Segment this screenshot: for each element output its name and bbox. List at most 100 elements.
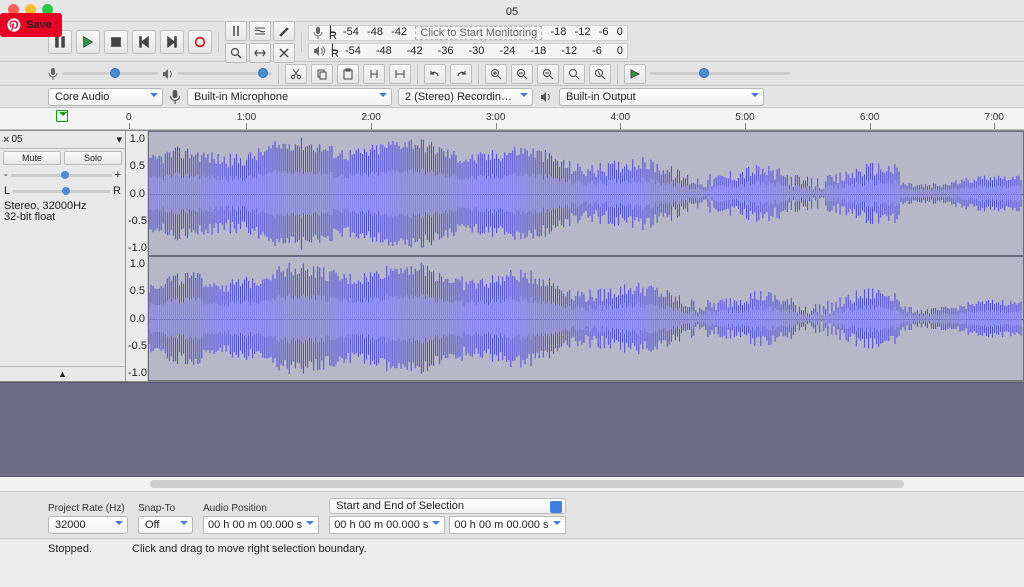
separator bbox=[478, 64, 479, 84]
meter-lr-label: LR bbox=[331, 45, 339, 57]
track-collapse-button[interactable]: ▲ bbox=[0, 366, 125, 381]
track-menu-button[interactable]: ▾ bbox=[116, 133, 122, 146]
device-toolbar: Core Audio Built-in Microphone 2 (Stereo… bbox=[0, 86, 1024, 108]
timeline-tick: 3:00 bbox=[486, 112, 505, 123]
fit-project-button[interactable] bbox=[563, 64, 585, 84]
fit-selection-button[interactable] bbox=[537, 64, 559, 84]
track-control-panel: × 05 ▾ Mute Solo - + L R Stereo, 32000Hz… bbox=[0, 131, 126, 381]
speaker-icon bbox=[539, 91, 553, 103]
waveform-left-channel[interactable] bbox=[148, 131, 1024, 256]
selection-tool-button[interactable] bbox=[225, 21, 247, 41]
playback-meter[interactable]: LR -54-48-42-36-30-24-18-12-60 bbox=[308, 43, 628, 59]
waveform-icon bbox=[149, 132, 1023, 255]
timeline-ruler[interactable]: 0 1:00 2:00 3:00 4:00 5:00 6:00 7:00 bbox=[0, 108, 1024, 130]
timeline-tick: 1:00 bbox=[237, 112, 256, 123]
separator bbox=[278, 64, 279, 84]
stop-button[interactable] bbox=[104, 30, 128, 54]
solo-button[interactable]: Solo bbox=[64, 151, 122, 165]
timeline-tick: 4:00 bbox=[611, 112, 630, 123]
play-at-speed-button[interactable] bbox=[624, 64, 646, 84]
status-hint: Click and drag to move right selection b… bbox=[132, 543, 367, 555]
separator bbox=[218, 32, 219, 52]
separator bbox=[301, 32, 302, 52]
amplitude-axis: 1.00.50.0-0.5-1.0 bbox=[126, 131, 148, 256]
project-rate-label: Project Rate (Hz) bbox=[48, 503, 128, 514]
timeline-tick: 2:00 bbox=[361, 112, 380, 123]
waveform-icon bbox=[149, 257, 1023, 380]
microphone-icon bbox=[169, 90, 181, 104]
snap-to-label: Snap-To bbox=[138, 503, 193, 514]
amplitude-axis: 1.00.50.0-0.5-1.0 bbox=[126, 256, 148, 381]
track-gain-slider[interactable]: - + bbox=[0, 167, 125, 183]
multi-tool-button[interactable] bbox=[273, 43, 295, 63]
track-format-info: Stereo, 32000Hz 32-bit float bbox=[0, 199, 125, 225]
separator bbox=[417, 64, 418, 84]
record-button[interactable] bbox=[188, 30, 212, 54]
timeline-tick: 0 bbox=[126, 112, 132, 123]
playback-volume-slider[interactable] bbox=[162, 68, 272, 80]
window-title-bar: 05 bbox=[0, 0, 1024, 22]
cut-button[interactable] bbox=[285, 64, 307, 84]
mixer-edit-toolbar bbox=[0, 62, 1024, 86]
playback-device-select[interactable]: Built-in Output bbox=[559, 88, 764, 106]
snap-to-select[interactable]: Off bbox=[138, 516, 193, 534]
track-name[interactable]: 05 bbox=[11, 134, 114, 145]
status-state: Stopped. bbox=[48, 543, 92, 555]
track-close-button[interactable]: × bbox=[3, 134, 9, 146]
timeshift-tool-button[interactable] bbox=[249, 43, 271, 63]
recording-device-select[interactable]: Built-in Microphone bbox=[187, 88, 392, 106]
waveform-right-channel[interactable] bbox=[148, 256, 1024, 381]
timeline-tick: 6:00 bbox=[860, 112, 879, 123]
recording-meter[interactable]: LR -54 -48 -42 Click to Start Monitoring… bbox=[308, 25, 628, 41]
selection-start-field[interactable]: 00 h 00 m 00.000 s bbox=[329, 516, 445, 534]
envelope-tool-button[interactable] bbox=[249, 21, 271, 41]
playback-speed-slider[interactable] bbox=[650, 72, 790, 75]
project-rate-select[interactable]: 32000 bbox=[48, 516, 128, 534]
audio-position-label: Audio Position bbox=[203, 503, 319, 514]
selection-end-field[interactable]: 00 h 00 m 00.000 s bbox=[449, 516, 565, 534]
pinterest-save-button[interactable]: Save bbox=[0, 13, 62, 37]
microphone-icon bbox=[313, 27, 323, 39]
play-meter-ticks: -54-48-42-36-30-24-18-12-60 bbox=[345, 45, 623, 57]
transport-toolbar: LR -54 -48 -42 Click to Start Monitoring… bbox=[0, 22, 1024, 62]
status-bar: Stopped. Click and drag to move right se… bbox=[0, 538, 1024, 559]
meter-lr-label: LR bbox=[329, 27, 337, 39]
timeline-tick: 7:00 bbox=[984, 112, 1003, 123]
recording-volume-slider[interactable] bbox=[48, 68, 158, 80]
play-button[interactable] bbox=[76, 30, 100, 54]
horizontal-scrollbar[interactable] bbox=[0, 477, 1024, 491]
pinterest-save-label: Save bbox=[26, 19, 52, 31]
separator bbox=[617, 64, 618, 84]
tools-grid bbox=[225, 21, 295, 63]
timeline-pin-icon[interactable] bbox=[56, 110, 68, 122]
zoom-toggle-button[interactable] bbox=[589, 64, 611, 84]
selection-toolbar: Project Rate (Hz) 32000 Snap-To Off Audi… bbox=[0, 491, 1024, 538]
draw-tool-button[interactable] bbox=[273, 21, 295, 41]
rec-meter-ticks: -54 -48 -42 Click to Start Monitoring -1… bbox=[343, 26, 623, 40]
recording-channels-select[interactable]: 2 (Stereo) Recordin… bbox=[398, 88, 533, 106]
zoom-out-button[interactable] bbox=[511, 64, 533, 84]
mute-button[interactable]: Mute bbox=[3, 151, 61, 165]
audio-position-field[interactable]: 00 h 00 m 00.000 s bbox=[203, 516, 319, 534]
silence-button[interactable] bbox=[389, 64, 411, 84]
paste-button[interactable] bbox=[337, 64, 359, 84]
speaker-icon bbox=[313, 45, 325, 57]
window-title: 05 bbox=[506, 6, 518, 18]
zoom-in-button[interactable] bbox=[485, 64, 507, 84]
pinterest-icon bbox=[6, 17, 22, 33]
zoom-tool-button[interactable] bbox=[225, 43, 247, 63]
tracks-area: × 05 ▾ Mute Solo - + L R Stereo, 32000Hz… bbox=[0, 130, 1024, 382]
undo-button[interactable] bbox=[424, 64, 446, 84]
skip-start-button[interactable] bbox=[132, 30, 156, 54]
speaker-icon bbox=[162, 68, 174, 80]
skip-end-button[interactable] bbox=[160, 30, 184, 54]
redo-button[interactable] bbox=[450, 64, 472, 84]
microphone-icon bbox=[48, 68, 58, 80]
trim-button[interactable] bbox=[363, 64, 385, 84]
track-pan-slider[interactable]: L R bbox=[0, 183, 125, 199]
selection-mode-select[interactable]: Start and End of Selection bbox=[329, 498, 565, 514]
empty-track-area[interactable] bbox=[0, 382, 1024, 477]
start-monitoring-label[interactable]: Click to Start Monitoring bbox=[415, 26, 542, 40]
copy-button[interactable] bbox=[311, 64, 333, 84]
audio-host-select[interactable]: Core Audio bbox=[48, 88, 163, 106]
